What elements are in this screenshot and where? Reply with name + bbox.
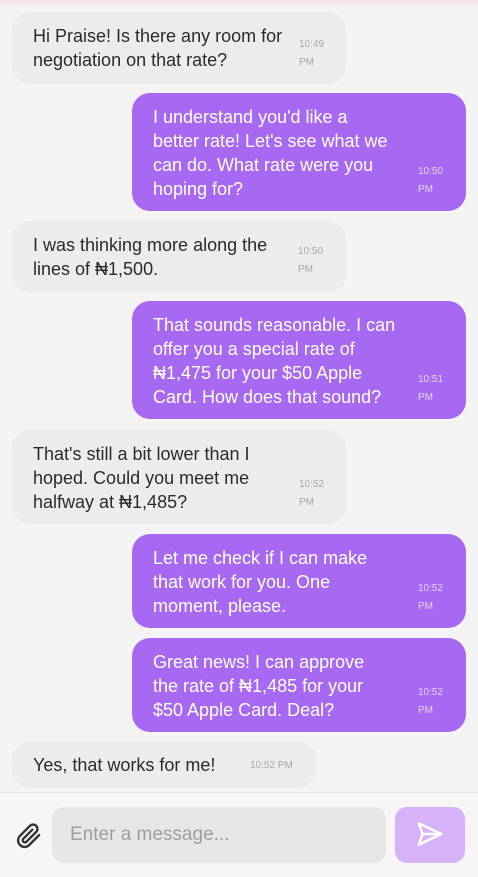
message-text: Great news! I can approve the rate of ₦1… xyxy=(153,652,365,720)
message-text: That sounds reasonable. I can offer you … xyxy=(153,315,396,407)
message-incoming: I was thinking more along the lines of ₦… xyxy=(12,221,346,293)
message-text: Yes, that works for me! xyxy=(33,755,216,775)
message-time: 10:52 PM xyxy=(299,479,325,508)
message-outgoing: Great news! I can approve the rate of ₦1… xyxy=(132,638,466,732)
message-text: That's still a bit lower than I hoped. C… xyxy=(33,444,250,512)
message-composer xyxy=(0,792,478,877)
message-outgoing: Let me check if I can make that work for… xyxy=(132,534,466,628)
chat-thread[interactable]: Hi Praise! Is there any room for negotia… xyxy=(0,0,478,790)
message-outgoing: I understand you'd like a better rate! L… xyxy=(132,93,466,211)
message-incoming: Hi Praise! Is there any room for negotia… xyxy=(12,12,346,84)
paperclip-icon[interactable] xyxy=(16,823,42,849)
message-time: 10:49 PM xyxy=(299,39,325,68)
message-text: Let me check if I can make that work for… xyxy=(153,548,368,616)
message-outgoing: That sounds reasonable. I can offer you … xyxy=(132,301,466,419)
send-icon xyxy=(415,819,445,852)
message-time: 10:50 PM xyxy=(418,166,444,195)
message-text: Hi Praise! Is there any room for negotia… xyxy=(33,26,283,70)
message-time: 10:52 PM xyxy=(418,583,444,612)
message-text: I was thinking more along the lines of ₦… xyxy=(33,235,268,279)
message-text: I understand you'd like a better rate! L… xyxy=(153,107,388,199)
message-incoming: Yes, that works for me! 10:52 PM xyxy=(12,742,316,788)
message-incoming: That's still a bit lower than I hoped. C… xyxy=(12,430,346,524)
message-input[interactable] xyxy=(52,807,386,863)
send-button[interactable] xyxy=(395,807,465,863)
message-time: 10:52 PM xyxy=(418,687,444,716)
message-time: 10:52 PM xyxy=(250,760,293,771)
message-time: 10:50 PM xyxy=(298,246,324,275)
message-time: 10:51 PM xyxy=(418,374,444,403)
